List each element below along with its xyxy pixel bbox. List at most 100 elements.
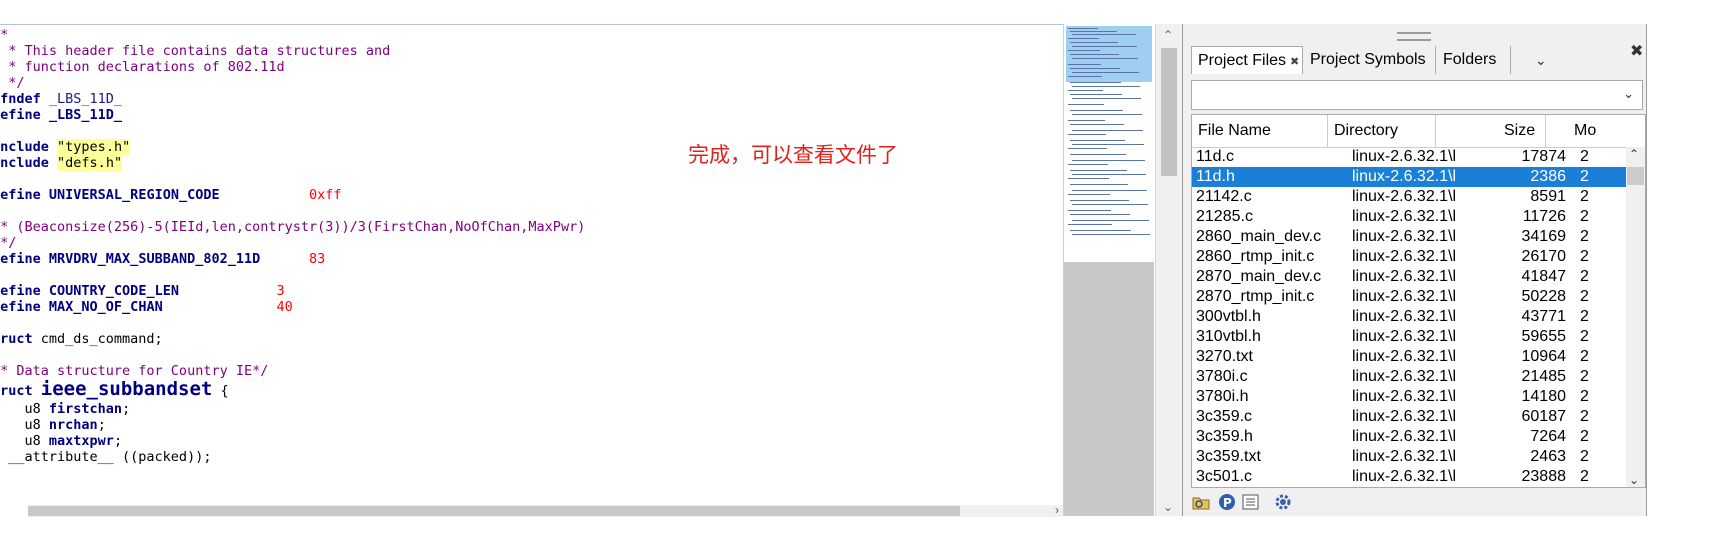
code-line[interactable]: * function declarations of 802.11d xyxy=(0,59,285,75)
directory-cell: linux-2.6.32.1\l xyxy=(1352,468,1456,485)
minimap-line xyxy=(1068,224,1112,225)
column-header-size[interactable]: Size xyxy=(1436,115,1546,147)
code-line[interactable]: * This header file contains data structu… xyxy=(0,43,390,59)
chevron-down-icon[interactable]: ⌄ xyxy=(1623,86,1634,102)
close-icon[interactable]: ✖ xyxy=(1290,56,1299,68)
table-row[interactable]: 11d.c linux-2.6.32.1\l 17874 2 xyxy=(1192,147,1637,167)
code-line[interactable]: include "defs.h" xyxy=(0,155,123,171)
minimap-line xyxy=(1068,210,1111,211)
table-row[interactable]: 3780i.h linux-2.6.32.1\l 14180 2 xyxy=(1192,387,1637,407)
file-name-cell: 11d.h xyxy=(1196,167,1336,187)
horizontal-scrollbar[interactable]: › xyxy=(28,503,1063,517)
open-folder-icon[interactable] xyxy=(1191,492,1211,512)
tab-overflow-chevron-icon[interactable]: ⌄ xyxy=(1535,46,1547,74)
column-header-modified[interactable]: Mo xyxy=(1546,115,1645,147)
table-row[interactable]: 2870_main_dev.c linux-2.6.32.1\l 41847 2 xyxy=(1192,267,1637,287)
table-row[interactable]: 3c359.c linux-2.6.32.1\l 60187 2 xyxy=(1192,407,1637,427)
table-row[interactable]: 3270.txt linux-2.6.32.1\l 10964 2 xyxy=(1192,347,1637,367)
code-line[interactable]: */ xyxy=(0,75,24,91)
table-row[interactable]: 3780i.c linux-2.6.32.1\l 21485 2 xyxy=(1192,367,1637,387)
document-list-icon[interactable] xyxy=(1241,492,1261,512)
code-line[interactable]: define COUNTRY_CODE_LEN 3 xyxy=(0,283,285,299)
code-token: * function declarations of 802.11d xyxy=(0,59,285,75)
tab-project-symbols[interactable]: Project Symbols xyxy=(1304,46,1436,74)
file-list-scroll-thumb[interactable] xyxy=(1627,167,1644,185)
size-cell: 23888 xyxy=(1521,468,1567,485)
code-line[interactable]: u8 maxtxpwr; xyxy=(0,433,123,449)
scroll-down-icon[interactable]: ⌄ xyxy=(1163,500,1173,514)
file-name-cell: 2870_main_dev.c xyxy=(1196,268,1322,285)
table-row[interactable]: 21285.c linux-2.6.32.1\l 11726 2 xyxy=(1192,207,1637,227)
size-cell: 50228 xyxy=(1521,288,1567,305)
tab-folders[interactable]: Folders xyxy=(1437,46,1511,74)
minimap-line xyxy=(1068,148,1107,149)
project-icon[interactable]: P xyxy=(1217,492,1237,512)
code-line[interactable]: ** (Beaconsize(256)-5(IEId,len,contrystr… xyxy=(0,219,585,235)
svg-text:P: P xyxy=(1223,496,1232,510)
code-line[interactable]: define MRVDRV_MAX_SUBBAND_802_11D 83 xyxy=(0,251,325,267)
file-list-table: File Name Directory Size Mo 11d.c linux-2… xyxy=(1191,114,1646,488)
editor-vertical-scrollbar[interactable]: ⌃ ⌄ xyxy=(1155,24,1182,516)
tab-project-files[interactable]: Project Files ✖ xyxy=(1191,46,1303,74)
vertical-scroll-thumb[interactable] xyxy=(1161,48,1177,176)
horizontal-scroll-thumb[interactable] xyxy=(28,506,960,516)
code-line[interactable]: u8 firstchan; xyxy=(0,401,131,417)
code-line[interactable]: define _LBS_11D_ xyxy=(0,107,122,123)
code-token: ; xyxy=(122,401,131,417)
table-row[interactable]: 21142.c linux-2.6.32.1\l 8591 2 xyxy=(1192,187,1637,207)
table-row[interactable]: 3c359.txt linux-2.6.32.1\l 2463 2 xyxy=(1192,447,1637,467)
table-row[interactable]: 300vtbl.h linux-2.6.32.1\l 43771 2 xyxy=(1192,307,1637,327)
file-list-scrollbar[interactable]: ⌃ ⌄ xyxy=(1626,147,1645,487)
code-token: u8 xyxy=(24,417,41,433)
code-line[interactable]: define UNIVERSAL_REGION_CODE 0xff xyxy=(0,187,342,203)
minimap-line xyxy=(1070,54,1119,55)
table-row[interactable]: 2870_rtmp_init.c linux-2.6.32.1\l 50228 2 xyxy=(1192,287,1637,307)
code-minimap[interactable] xyxy=(1063,24,1154,516)
gear-icon[interactable] xyxy=(1273,492,1293,512)
table-row[interactable]: 2860_rtmp_init.c linux-2.6.32.1\l 26170 2 xyxy=(1192,247,1637,267)
table-row[interactable]: 3c359.h linux-2.6.32.1\l 7264 2 xyxy=(1192,427,1637,447)
code-token: ; xyxy=(97,417,106,433)
minimap-line xyxy=(1072,160,1145,161)
directory-cell: linux-2.6.32.1\l xyxy=(1352,328,1456,345)
code-line[interactable]: include "types.h" xyxy=(0,139,131,155)
file-name-cell: 300vtbl.h xyxy=(1196,308,1261,325)
code-area[interactable]: ** * This header file contains data stru… xyxy=(0,25,1050,505)
code-token: define xyxy=(0,187,41,203)
minimap-line xyxy=(1070,214,1130,215)
scroll-up-icon[interactable]: ⌃ xyxy=(1629,147,1639,161)
code-token: define xyxy=(0,299,41,315)
code-line[interactable]: define MAX_NO_OF_CHAN 40 xyxy=(0,299,293,315)
code-editor[interactable]: ** * This header file contains data stru… xyxy=(0,24,1063,517)
table-row[interactable]: 3c501.c linux-2.6.32.1\l 23888 2 xyxy=(1192,467,1637,487)
file-filter-dropdown[interactable]: ⌄ xyxy=(1191,80,1643,110)
file-name-cell: 3c359.h xyxy=(1196,428,1253,445)
directory-cell: linux-2.6.32.1\l xyxy=(1352,428,1456,445)
column-header-file-name[interactable]: File Name xyxy=(1192,115,1328,147)
table-row[interactable]: 2860_main_dev.c linux-2.6.32.1\l 34169 2 xyxy=(1192,227,1637,247)
code-line[interactable]: truct ieee_subbandset { xyxy=(0,380,229,400)
scroll-down-icon[interactable]: ⌄ xyxy=(1629,473,1639,487)
code-line[interactable]: truct cmd_ds_command; xyxy=(0,331,163,347)
code-line[interactable]: u8 nrchan; xyxy=(0,417,106,433)
code-token: define xyxy=(0,251,41,267)
code-line[interactable]: ifndef _LBS_11D_ xyxy=(0,91,122,107)
table-row[interactable]: 310vtbl.h linux-2.6.32.1\l 59655 2 xyxy=(1192,327,1637,347)
panel-tabs: Project Files ✖ Project Symbols Folders ⌄ xyxy=(1191,46,1641,76)
directory-cell: linux-2.6.32.1\l xyxy=(1352,248,1456,265)
minimap-line xyxy=(1068,28,1098,29)
panel-close-icon[interactable]: ✖ xyxy=(1630,41,1643,61)
code-line[interactable]: ** xyxy=(0,27,8,43)
column-header-directory[interactable]: Directory xyxy=(1328,115,1436,147)
scroll-up-icon[interactable]: ⌃ xyxy=(1163,28,1173,42)
modified-cell: 2 xyxy=(1580,408,1589,425)
panel-drag-grip[interactable] xyxy=(1397,32,1431,41)
code-line[interactable]: __attribute__ ((packed)); xyxy=(0,449,211,465)
scroll-right-icon[interactable]: › xyxy=(1055,503,1059,517)
code-token: maxtxpwr xyxy=(48,433,114,449)
code-line[interactable]: ** Data structure for Country IE*/ xyxy=(0,363,268,379)
minimap-line xyxy=(1072,58,1138,59)
code-line[interactable]: */ xyxy=(0,235,16,251)
table-row[interactable]: 11d.h linux-2.6.32.1\l 2386 2 xyxy=(1192,167,1637,187)
